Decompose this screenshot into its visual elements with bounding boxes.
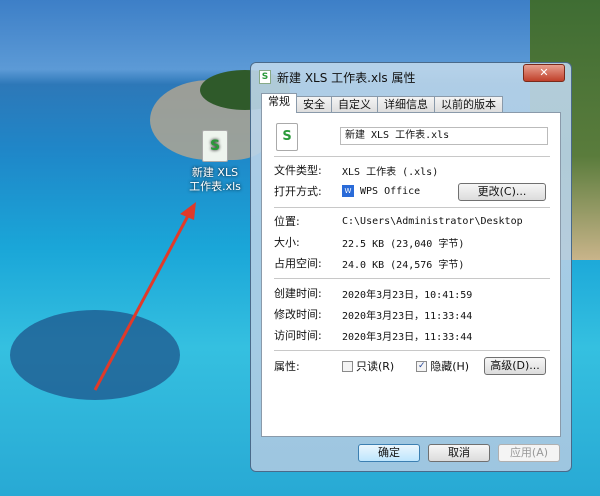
cancel-button[interactable]: 取消 — [428, 444, 490, 462]
tab-security[interactable]: 安全 — [296, 96, 332, 113]
xls-file-icon: S — [276, 123, 298, 151]
modified-value: 2020年3月23日，11:33:44 — [342, 310, 473, 322]
tab-general[interactable]: 常规 — [261, 93, 297, 113]
open-with-label: 打开方式: — [274, 185, 322, 198]
tab-custom[interactable]: 自定义 — [331, 96, 378, 113]
filename-input[interactable]: 新建 XLS 工作表.xls — [340, 127, 548, 145]
readonly-label[interactable]: 只读(R) — [356, 358, 394, 374]
disk-size-value: 24.0 KB (24,576 字节) — [342, 259, 465, 271]
dialog-title: 新建 XLS 工作表.xls 属性 — [277, 70, 416, 85]
readonly-checkbox[interactable] — [342, 360, 353, 372]
created-label: 创建时间: — [274, 287, 322, 300]
accessed-value: 2020年3月23日，11:33:44 — [342, 331, 473, 343]
ok-button[interactable]: 确定 — [358, 444, 420, 462]
change-button[interactable]: 更改(C)... — [458, 183, 546, 201]
wps-icon: W — [342, 185, 354, 197]
hidden-checkbox[interactable]: ✓ — [416, 360, 428, 372]
properties-dialog: S 新建 XLS 工作表.xls 属性 ✕ 常规 安全 自定义 详细信息 以前的… — [250, 62, 572, 472]
tab-details[interactable]: 详细信息 — [377, 96, 435, 113]
size-label: 大小: — [274, 236, 300, 249]
general-panel: S 新建 XLS 工作表.xls 文件类型: XLS 工作表 (.xls) 打开方… — [261, 112, 561, 437]
location-label: 位置: — [274, 215, 300, 228]
location-value: C:\Users\Administrator\Desktop — [342, 215, 523, 227]
tab-previous-versions[interactable]: 以前的版本 — [434, 96, 503, 113]
modified-label: 修改时间: — [274, 308, 322, 321]
close-button[interactable]: ✕ — [523, 64, 565, 82]
created-value: 2020年3月23日，10:41:59 — [342, 289, 473, 301]
disk-size-label: 占用空间: — [274, 257, 322, 270]
type-label: 文件类型: — [274, 164, 322, 177]
advanced-button[interactable]: 高级(D)... — [484, 357, 546, 375]
apply-button[interactable]: 应用(A) — [498, 444, 560, 462]
type-value: XLS 工作表 (.xls) — [342, 166, 439, 178]
attributes-label: 属性: — [274, 360, 300, 373]
title-bar: S 新建 XLS 工作表.xls 属性 — [259, 67, 415, 87]
open-with-value: WPS Office — [360, 185, 421, 197]
xls-file-icon: S — [259, 70, 271, 84]
size-value: 22.5 KB (23,040 字节) — [342, 238, 465, 250]
hidden-label[interactable]: 隐藏(H) — [430, 358, 469, 374]
accessed-label: 访问时间: — [274, 329, 322, 342]
